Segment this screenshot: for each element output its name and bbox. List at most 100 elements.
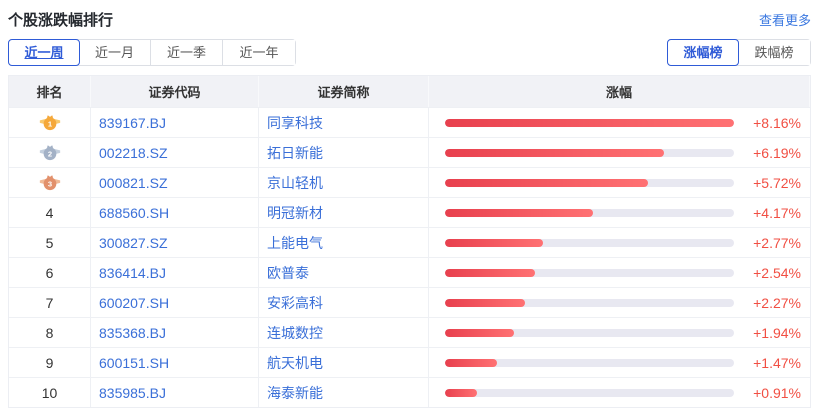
change-cell: +1.47% bbox=[429, 348, 810, 377]
stock-name[interactable]: 欧普泰 bbox=[259, 258, 429, 287]
change-bar-fill bbox=[445, 328, 514, 337]
stock-name[interactable]: 连城数控 bbox=[259, 318, 429, 347]
change-percent: +8.16% bbox=[753, 114, 801, 131]
table-row[interactable]: 9 600151.SH 航天机电 +1.47% bbox=[9, 347, 810, 377]
svg-text:2: 2 bbox=[47, 150, 51, 159]
change-bar-track bbox=[445, 118, 734, 127]
stock-code[interactable]: 839167.BJ bbox=[91, 108, 259, 137]
stock-code[interactable]: 300827.SZ bbox=[91, 228, 259, 257]
change-bar-track bbox=[445, 268, 734, 277]
change-bar-fill bbox=[445, 118, 734, 127]
rank-cell: 6 bbox=[9, 258, 91, 287]
stock-name[interactable]: 海泰新能 bbox=[259, 378, 429, 407]
rank-number: 7 bbox=[45, 294, 54, 311]
table-row[interactable]: 1 839167.BJ 同享科技 +8.16% bbox=[9, 107, 810, 137]
rank-number: 6 bbox=[45, 264, 54, 281]
gold-medal-icon: 1 bbox=[39, 115, 60, 131]
page-title: 个股涨跌幅排行 bbox=[8, 12, 114, 29]
rank-cell: 3 bbox=[9, 168, 91, 197]
tab-period-quarter[interactable]: 近一季 bbox=[151, 40, 223, 65]
change-cell: +2.77% bbox=[429, 228, 810, 257]
change-cell: +8.16% bbox=[429, 108, 810, 137]
tab-period-month[interactable]: 近一月 bbox=[79, 40, 151, 65]
table-header-row: 排名 证券代码 证券简称 涨幅 bbox=[9, 75, 810, 107]
stock-name[interactable]: 明冠新材 bbox=[259, 198, 429, 227]
stock-code[interactable]: 000821.SZ bbox=[91, 168, 259, 197]
table-row[interactable]: 3 000821.SZ 京山轻机 +5.72% bbox=[9, 167, 810, 197]
stock-code[interactable]: 835985.BJ bbox=[91, 378, 259, 407]
col-header-code: 证券代码 bbox=[91, 76, 259, 107]
rank-cell: 5 bbox=[9, 228, 91, 257]
stock-name[interactable]: 上能电气 bbox=[259, 228, 429, 257]
change-percent: +0.91% bbox=[753, 384, 801, 401]
silver-medal-icon: 2 bbox=[39, 145, 60, 161]
stock-code[interactable]: 002218.SZ bbox=[91, 138, 259, 167]
change-percent: +5.72% bbox=[753, 174, 801, 191]
col-header-change: 涨幅 bbox=[429, 76, 810, 107]
col-header-rank: 排名 bbox=[9, 76, 91, 107]
period-tab-group: 近一周 近一月 近一季 近一年 bbox=[8, 39, 296, 66]
stock-code[interactable]: 600151.SH bbox=[91, 348, 259, 377]
change-percent: +2.27% bbox=[753, 294, 801, 311]
tab-losers[interactable]: 跌幅榜 bbox=[738, 40, 810, 65]
rank-cell: 2 bbox=[9, 138, 91, 167]
stock-name[interactable]: 安彩高科 bbox=[259, 288, 429, 317]
table-row[interactable]: 2 002218.SZ 拓日新能 +6.19% bbox=[9, 137, 810, 167]
change-bar-fill bbox=[445, 298, 526, 307]
change-bar-fill bbox=[445, 148, 665, 157]
change-percent: +2.54% bbox=[753, 264, 801, 281]
change-cell: +5.72% bbox=[429, 168, 810, 197]
rank-cell: 1 bbox=[9, 108, 91, 137]
svg-text:3: 3 bbox=[47, 180, 51, 189]
stock-name[interactable]: 同享科技 bbox=[259, 108, 429, 137]
view-more-link[interactable]: 查看更多 bbox=[759, 10, 811, 29]
table-row[interactable]: 7 600207.SH 安彩高科 +2.27% bbox=[9, 287, 810, 317]
change-bar-fill bbox=[445, 358, 498, 367]
filter-row: 近一周 近一月 近一季 近一年 涨幅榜 跌幅榜 bbox=[0, 30, 819, 66]
change-cell: +1.94% bbox=[429, 318, 810, 347]
stock-code[interactable]: 688560.SH bbox=[91, 198, 259, 227]
change-cell: +0.91% bbox=[429, 378, 810, 407]
rank-cell: 4 bbox=[9, 198, 91, 227]
change-cell: +4.17% bbox=[429, 198, 810, 227]
rank-number: 4 bbox=[45, 204, 54, 221]
rank-cell: 10 bbox=[9, 378, 91, 407]
change-bar-fill bbox=[445, 268, 535, 277]
stock-code[interactable]: 600207.SH bbox=[91, 288, 259, 317]
rank-number: 9 bbox=[45, 354, 54, 371]
table-row[interactable]: 10 835985.BJ 海泰新能 +0.91% bbox=[9, 377, 810, 407]
col-header-name: 证券简称 bbox=[259, 76, 429, 107]
tab-period-week[interactable]: 近一周 bbox=[8, 39, 80, 66]
bronze-medal-icon: 3 bbox=[39, 175, 60, 191]
table-row[interactable]: 5 300827.SZ 上能电气 +2.77% bbox=[9, 227, 810, 257]
table-row[interactable]: 4 688560.SH 明冠新材 +4.17% bbox=[9, 197, 810, 227]
rank-number: 10 bbox=[41, 384, 58, 401]
stock-name[interactable]: 京山轻机 bbox=[259, 168, 429, 197]
stock-name[interactable]: 航天机电 bbox=[259, 348, 429, 377]
rank-number: 8 bbox=[45, 324, 54, 341]
change-bar-fill bbox=[445, 178, 648, 187]
change-percent: +1.94% bbox=[753, 324, 801, 341]
tab-gainers[interactable]: 涨幅榜 bbox=[667, 39, 739, 66]
change-percent: +1.47% bbox=[753, 354, 801, 371]
change-cell: +6.19% bbox=[429, 138, 810, 167]
table-row[interactable]: 8 835368.BJ 连城数控 +1.94% bbox=[9, 317, 810, 347]
widget-header: 个股涨跌幅排行 查看更多 bbox=[0, 0, 819, 30]
change-percent: +2.77% bbox=[753, 234, 801, 251]
stock-code[interactable]: 835368.BJ bbox=[91, 318, 259, 347]
table-row[interactable]: 6 836414.BJ 欧普泰 +2.54% bbox=[9, 257, 810, 287]
change-bar-track bbox=[445, 178, 734, 187]
rank-number: 5 bbox=[45, 234, 54, 251]
change-bar-fill bbox=[445, 208, 593, 217]
change-cell: +2.54% bbox=[429, 258, 810, 287]
board-tab-group: 涨幅榜 跌幅榜 bbox=[667, 39, 811, 66]
change-bar-track bbox=[445, 388, 734, 397]
stock-ranking-widget: 个股涨跌幅排行 查看更多 近一周 近一月 近一季 近一年 涨幅榜 跌幅榜 排名 … bbox=[0, 0, 819, 413]
stock-name[interactable]: 拓日新能 bbox=[259, 138, 429, 167]
rank-cell: 9 bbox=[9, 348, 91, 377]
stock-code[interactable]: 836414.BJ bbox=[91, 258, 259, 287]
ranking-table: 排名 证券代码 证券简称 涨幅 1 839167.BJ 同享科技 +8.16% bbox=[8, 75, 811, 408]
tab-period-year[interactable]: 近一年 bbox=[223, 40, 295, 65]
change-bar-track bbox=[445, 298, 734, 307]
change-percent: +6.19% bbox=[753, 144, 801, 161]
